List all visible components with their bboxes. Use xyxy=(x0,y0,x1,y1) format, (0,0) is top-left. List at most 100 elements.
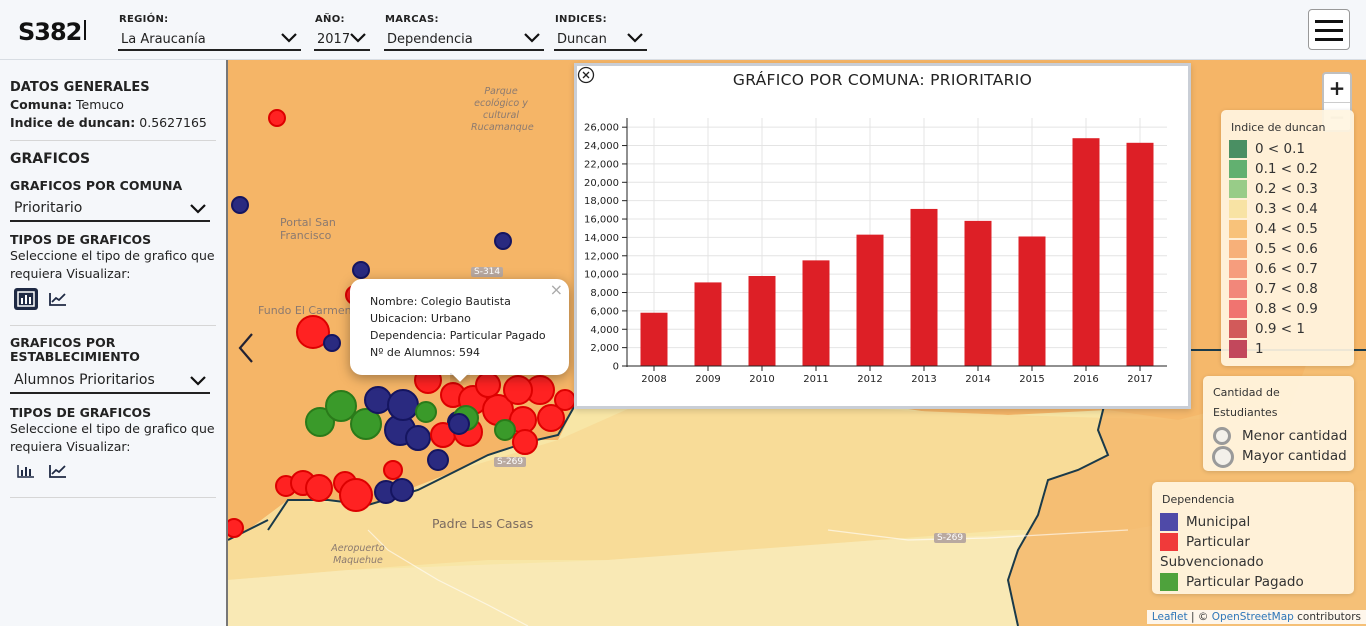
indice-label: Indice de duncan: xyxy=(10,115,136,130)
duncan-swatch xyxy=(1229,280,1247,298)
map-attribution: Leaflet | © OpenStreetMap contributors xyxy=(1146,610,1366,624)
duncan-legend-item: 1 xyxy=(1255,341,1264,357)
pagado-label: Particular Pagado xyxy=(1186,574,1304,590)
duncan-swatch xyxy=(1229,160,1247,178)
dependencia-legend: Dependencia Municipal Particular Subvenc… xyxy=(1152,482,1354,594)
y-tick-label: 6,000 xyxy=(590,306,619,317)
line-chart-icon[interactable] xyxy=(46,288,70,310)
bar-chart: 0 2,000 4,000 6,000 8,000 10,000 12,000 14,000 1… xyxy=(584,118,1167,385)
bar-chart-icon[interactable] xyxy=(14,288,38,310)
logo: S382 xyxy=(18,18,82,46)
hamburger-icon xyxy=(1315,20,1343,23)
bar xyxy=(802,260,830,366)
x-tick-label: 2016 xyxy=(1073,374,1098,385)
bar-chart-icon[interactable] xyxy=(14,460,38,482)
cantidad-legend-title-1: Cantidad de xyxy=(1213,386,1280,399)
duncan-legend-title: Indice de duncan xyxy=(1231,121,1326,134)
bar xyxy=(1018,236,1046,366)
filter-year-label: AÑO: xyxy=(315,14,345,25)
duncan-legend-item: 0.5 < 0.6 xyxy=(1255,241,1318,257)
attribution-text: contributors xyxy=(1293,611,1361,623)
zoom-in-button[interactable]: + xyxy=(1324,74,1350,102)
filter-indices-label: INDICES: xyxy=(555,14,607,25)
bar xyxy=(1072,138,1100,366)
x-tick-label: 2013 xyxy=(911,374,936,385)
osm-link[interactable]: OpenStreetMap xyxy=(1212,611,1294,623)
x-tick-label: 2012 xyxy=(857,374,882,385)
place-label: Padre Las Casas xyxy=(432,516,534,531)
bar xyxy=(856,234,884,366)
filter-year[interactable]: AÑO: 2017 xyxy=(314,14,370,51)
tipos-section-1: TIPOS DE GRAFICOS Seleccione el tipo de … xyxy=(10,232,216,283)
popup-close-button[interactable]: × xyxy=(550,281,563,298)
leaflet-link[interactable]: Leaflet xyxy=(1152,611,1188,623)
place-label: Fundo El Carmen xyxy=(258,304,352,317)
map[interactable]: Parque ecológico y cultural Rucamanque P… xyxy=(228,60,1366,626)
marcas-select-value: Dependencia xyxy=(387,32,473,47)
hamburger-icon-line xyxy=(1315,38,1343,41)
indices-select-value: Duncan xyxy=(557,32,607,47)
y-tick-label: 8,000 xyxy=(590,288,619,299)
bar xyxy=(748,275,776,366)
bar xyxy=(694,282,722,366)
duncan-swatch xyxy=(1229,220,1247,238)
y-tick-label: 10,000 xyxy=(584,270,619,281)
region-select[interactable]: La Araucanía xyxy=(118,29,301,51)
school-popup: × Nombre: Colegio Bautista Ubicacion: Ur… xyxy=(350,279,569,382)
popup-alumnos: Nº de Alumnos: 594 xyxy=(370,346,481,359)
general-data: DATOS GENERALES Comuna: Temuco Indice de… xyxy=(10,80,216,130)
duncan-legend-item: 0.4 < 0.5 xyxy=(1255,221,1318,237)
por-comuna-select[interactable]: Prioritario xyxy=(10,197,210,222)
year-select[interactable]: 2017 xyxy=(314,29,370,51)
por-establecimiento-heading: GRAFICOS POR ESTABLECIMIENTO xyxy=(10,336,216,364)
duncan-legend-item: 0.9 < 1 xyxy=(1255,321,1305,337)
duncan-legend: Indice de duncan 0 < 0.1 0.1 < 0.2 0.2 < 0… xyxy=(1221,110,1354,366)
chevron-left-icon[interactable] xyxy=(236,332,256,364)
duncan-swatch xyxy=(1229,180,1247,198)
indice-value: 0.5627165 xyxy=(139,115,207,130)
filter-indices[interactable]: INDICES: Duncan xyxy=(554,14,647,51)
duncan-swatch xyxy=(1229,300,1247,318)
particular-label: Particular xyxy=(1186,534,1250,550)
x-tick-label: 2015 xyxy=(1019,374,1044,385)
x-tick-label: 2010 xyxy=(749,374,774,385)
indices-select[interactable]: Duncan xyxy=(554,29,647,51)
region-select-value: La Araucanía xyxy=(121,32,206,47)
por-establecimiento-select[interactable]: Alumnos Prioritarios xyxy=(10,369,210,394)
duncan-swatch xyxy=(1229,260,1247,278)
general-title: DATOS GENERALES xyxy=(10,80,150,95)
chevron-down-icon xyxy=(350,33,366,43)
popup-ubicacion: Ubicacion: Urbano xyxy=(370,312,471,325)
bar xyxy=(964,220,992,366)
chart-panel: 0 2,000 4,000 6,000 8,000 10,000 12,000 14,000 1… xyxy=(574,63,1191,409)
por-comuna-select-value: Prioritario xyxy=(14,200,83,216)
y-tick-label: 22,000 xyxy=(584,159,619,170)
marcas-select[interactable]: Dependencia xyxy=(384,29,544,51)
close-circle-icon[interactable] xyxy=(577,66,595,84)
comuna-value: Temuco xyxy=(76,97,124,112)
y-tick-label: 26,000 xyxy=(584,123,619,134)
municipal-label: Municipal xyxy=(1186,514,1251,530)
dependencia-legend-title: Dependencia xyxy=(1162,493,1235,506)
line-chart-icon[interactable] xyxy=(46,460,70,482)
duncan-legend-item: 0.1 < 0.2 xyxy=(1255,161,1318,177)
y-tick-label: 2,000 xyxy=(590,343,619,354)
duncan-legend-item: 0.3 < 0.4 xyxy=(1255,201,1318,217)
filter-marcas-label: MARCAS: xyxy=(385,14,439,25)
cantidad-legend-title-2: Estudiantes xyxy=(1213,406,1278,419)
place-label: Aeropuerto Maquehue xyxy=(331,543,385,566)
place-label: Portal San Francisco xyxy=(280,216,336,242)
por-establecimiento-select-value: Alumnos Prioritarios xyxy=(14,372,155,388)
tipos-text-2: Seleccione el tipo de grafico que requie… xyxy=(10,421,215,454)
x-tick-label: 2017 xyxy=(1127,374,1152,385)
municipal-swatch xyxy=(1160,513,1178,531)
y-tick-label: 16,000 xyxy=(584,215,619,226)
y-tick-label: 12,000 xyxy=(584,251,619,262)
divider xyxy=(10,497,216,498)
tipos-title-1: TIPOS DE GRAFICOS xyxy=(10,232,152,247)
filter-marcas[interactable]: MARCAS: Dependencia xyxy=(384,14,544,51)
x-tick-label: 2014 xyxy=(965,374,990,385)
menu-button[interactable] xyxy=(1308,9,1350,50)
filter-region[interactable]: REGIÓN: La Araucanía xyxy=(118,14,301,51)
attribution-separator: | © xyxy=(1187,611,1212,623)
